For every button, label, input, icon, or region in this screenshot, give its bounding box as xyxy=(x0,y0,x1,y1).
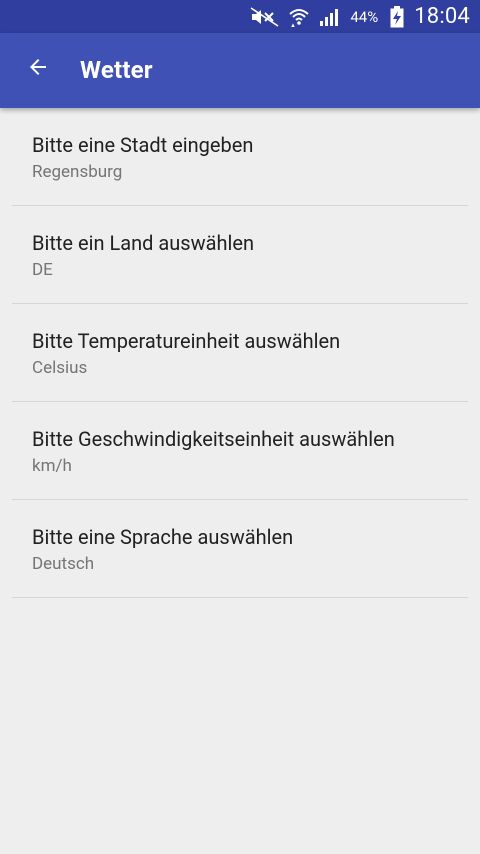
arrow-left-icon xyxy=(26,55,50,83)
preference-language[interactable]: Bitte eine Sprache auswählen Deutsch xyxy=(12,500,468,598)
wifi-icon: ▲ xyxy=(288,6,310,28)
battery-percent: 44% xyxy=(350,7,379,26)
preference-city[interactable]: Bitte eine Stadt eingeben Regensburg xyxy=(12,108,468,206)
preference-title: Bitte Temperatureinheit auswählen xyxy=(32,329,341,353)
preference-title: Bitte ein Land auswählen xyxy=(32,231,255,255)
svg-text:▲: ▲ xyxy=(290,23,296,28)
preference-summary: DE xyxy=(32,260,53,280)
status-icons: ▲ 44% 18:04 xyxy=(242,0,470,33)
app-bar: Wetter xyxy=(0,33,480,108)
preference-summary: Regensburg xyxy=(32,162,123,182)
preferences-list: Bitte eine Stadt eingeben Regensburg Bit… xyxy=(0,108,480,598)
page-title: Wetter xyxy=(80,56,153,84)
preference-speed-unit[interactable]: Bitte Geschwindigkeitseinheit auswählen … xyxy=(12,402,468,500)
preference-temperature-unit[interactable]: Bitte Temperatureinheit auswählen Celsiu… xyxy=(12,304,468,402)
preference-summary: km/h xyxy=(32,456,72,476)
battery-charging-icon xyxy=(390,5,404,28)
mute-icon xyxy=(250,6,280,27)
preference-summary: Deutsch xyxy=(32,554,95,574)
preference-summary: Celsius xyxy=(32,358,88,378)
back-button[interactable] xyxy=(16,47,60,91)
preference-country[interactable]: Bitte ein Land auswählen DE xyxy=(12,206,468,304)
preference-title: Bitte eine Stadt eingeben xyxy=(32,133,254,157)
clock: 18:04 xyxy=(414,4,470,29)
preference-title: Bitte Geschwindigkeitseinheit auswählen xyxy=(32,427,395,451)
preference-title: Bitte eine Sprache auswählen xyxy=(32,525,294,549)
signal-icon xyxy=(318,7,340,27)
status-bar: ▲ 44% 18:04 xyxy=(0,0,480,33)
